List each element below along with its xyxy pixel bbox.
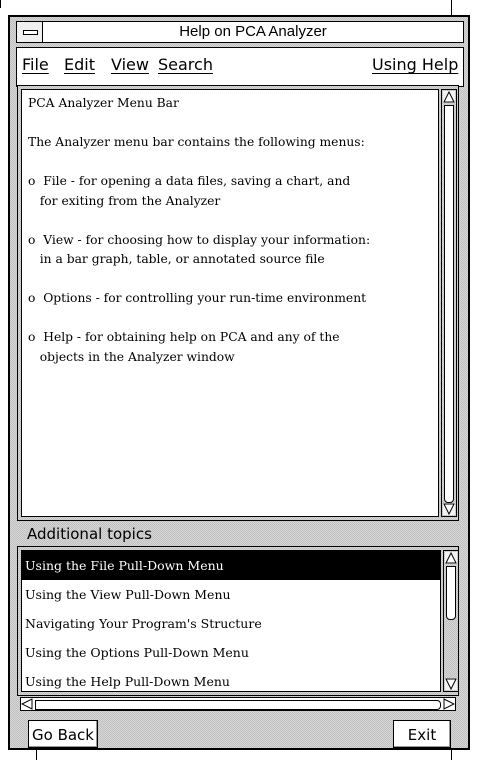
menu-file[interactable]: File (22, 48, 49, 86)
button-bar: Go Back Exit (17, 715, 459, 751)
menu-using-help[interactable]: Using Help (372, 48, 458, 86)
topics-list: Using the File Pull-Down Menu Using the V… (21, 550, 441, 692)
window-title: Help on PCA Analyzer (179, 23, 327, 40)
help-text-scroll-thumb[interactable] (444, 105, 454, 503)
exit-button[interactable]: Exit (393, 720, 451, 748)
scroll-up-arrow-icon[interactable] (445, 552, 457, 564)
scroll-down-arrow-icon[interactable] (445, 678, 457, 690)
topics-list-scrollbar[interactable] (443, 550, 459, 692)
topic-list-item[interactable]: Navigating Your Program's Structure (22, 609, 440, 638)
help-text-pane: PCA Analyzer Menu Bar The Analyzer menu … (17, 85, 459, 521)
go-back-button[interactable]: Go Back (28, 720, 98, 748)
menu-view[interactable]: View (111, 48, 149, 86)
window-menu-button[interactable] (17, 22, 43, 42)
horizontal-scroll-thumb[interactable] (35, 700, 441, 710)
menu-bar: File Edit View Search Using Help (16, 47, 464, 87)
scroll-up-arrow-icon[interactable] (443, 91, 455, 103)
window-menu-icon (23, 30, 38, 35)
topics-list-scroll-thumb[interactable] (446, 566, 456, 620)
help-text-scrollbar[interactable] (441, 89, 457, 517)
additional-topics-label: Additional topics (27, 525, 152, 543)
topics-horizontal-scrollbar[interactable] (20, 697, 456, 711)
background-line-top (0, 0, 1, 8)
topic-list-item[interactable]: Using the Help Pull-Down Menu (22, 667, 440, 691)
background-line-bottom (36, 750, 37, 760)
topic-list-item[interactable]: Using the View Pull-Down Menu (22, 580, 440, 609)
topic-list-item[interactable]: Using the Options Pull-Down Menu (22, 638, 440, 667)
menu-edit[interactable]: Edit (64, 48, 95, 86)
topics-list-pane: Using the File Pull-Down Menu Using the V… (17, 546, 459, 696)
title-bar[interactable]: Help on PCA Analyzer (16, 21, 464, 43)
background-line-bottom-right (451, 750, 452, 760)
help-window: Help on PCA Analyzer File Edit View Sear… (8, 15, 470, 750)
topic-list-item[interactable]: Using the File Pull-Down Menu (22, 551, 440, 580)
scroll-left-arrow-icon[interactable] (21, 698, 33, 710)
menu-search[interactable]: Search (158, 48, 213, 86)
scroll-down-arrow-icon[interactable] (443, 503, 455, 515)
help-text[interactable]: PCA Analyzer Menu Bar The Analyzer menu … (21, 89, 439, 517)
scroll-right-arrow-icon[interactable] (443, 698, 455, 710)
background-line-top-right (451, 0, 452, 15)
